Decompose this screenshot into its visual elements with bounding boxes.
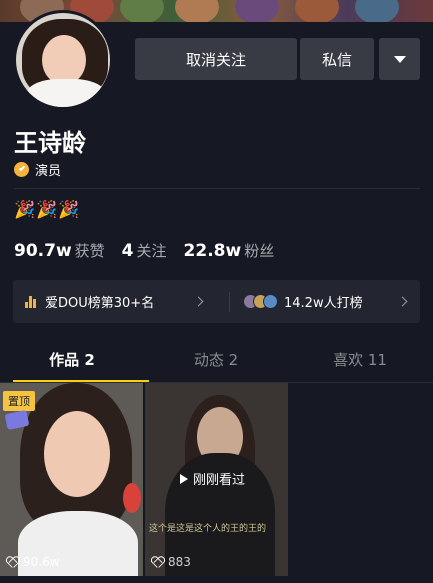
supporters-ranking[interactable]: 14.2w人打榜 <box>243 280 363 323</box>
likes-count: 90.7w <box>14 241 72 261</box>
verification-row: 演员 <box>14 160 61 179</box>
play-icon <box>180 473 188 484</box>
banner-figure <box>120 0 164 22</box>
video-thumbnail[interactable]: 置顶 90.6w <box>0 383 143 576</box>
bar-chart-icon <box>25 295 37 308</box>
heart-icon <box>151 557 163 568</box>
followers-count[interactable]: 22.8w <box>184 241 242 261</box>
following-label[interactable]: 关注 <box>137 240 167 261</box>
video-likes-count: 883 <box>168 555 191 569</box>
banner-figure <box>295 0 339 22</box>
chevron-right-icon <box>397 296 408 307</box>
divider <box>229 292 230 312</box>
banner-figure <box>175 0 219 22</box>
dou-ranking-label: 爱DOU榜第30+名 <box>45 296 155 311</box>
profile-tabs: 作品 2 动态 2 喜欢 11 <box>0 338 433 382</box>
video-grid: 置顶 90.6w 刚刚看过 这个是这是这个人的王的王的 883 <box>0 383 433 583</box>
watched-label: 刚刚看过 <box>193 473 246 488</box>
supporters-label: 14.2w人打榜 <box>284 296 363 311</box>
divider <box>14 188 420 189</box>
followers-label[interactable]: 粉丝 <box>244 240 274 261</box>
banner-figure <box>355 0 399 22</box>
pinned-badge: 置顶 <box>3 391 35 411</box>
video-likes-count: 90.6w <box>23 555 60 569</box>
video-caption: 这个是这是这个人的王的王的 <box>149 524 267 534</box>
verified-check-icon <box>14 162 29 177</box>
video-thumbnail[interactable]: 刚刚看过 这个是这是这个人的王的王的 883 <box>145 383 288 576</box>
avatar <box>263 294 278 309</box>
video-likes: 90.6w <box>6 555 60 569</box>
heart-icon <box>6 557 18 568</box>
likes-label: 获赞 <box>74 242 105 260</box>
ranking-bar: 爱DOU榜第30+名 14.2w人打榜 <box>13 280 420 323</box>
avatar[interactable] <box>13 10 113 110</box>
banner-figure <box>235 0 279 22</box>
chevron-right-icon <box>193 296 204 307</box>
triangle-down-icon <box>393 55 406 63</box>
profile-name: 王诗龄 <box>14 129 86 157</box>
unfollow-button[interactable]: 取消关注 <box>135 38 297 80</box>
verify-label: 演员 <box>35 164 62 179</box>
message-button[interactable]: 私信 <box>300 38 374 80</box>
tab-likes[interactable]: 喜欢 11 <box>288 338 432 382</box>
video-likes: 883 <box>151 555 191 569</box>
heart-sticker <box>123 483 141 513</box>
supporter-avatars <box>243 294 278 309</box>
following-count[interactable]: 4 <box>122 241 134 261</box>
watched-badge: 刚刚看过 <box>180 469 245 488</box>
tab-works[interactable]: 作品 2 <box>0 338 144 382</box>
bio-emojis: 🎉🎉🎉 <box>14 200 81 220</box>
more-button[interactable] <box>379 38 420 80</box>
stats-row: 90.7w 获赞 4 关注 22.8w 粉丝 <box>14 240 291 261</box>
tab-moments[interactable]: 动态 2 <box>144 338 288 382</box>
dou-ranking[interactable]: 爱DOU榜第30+名 <box>25 280 154 323</box>
